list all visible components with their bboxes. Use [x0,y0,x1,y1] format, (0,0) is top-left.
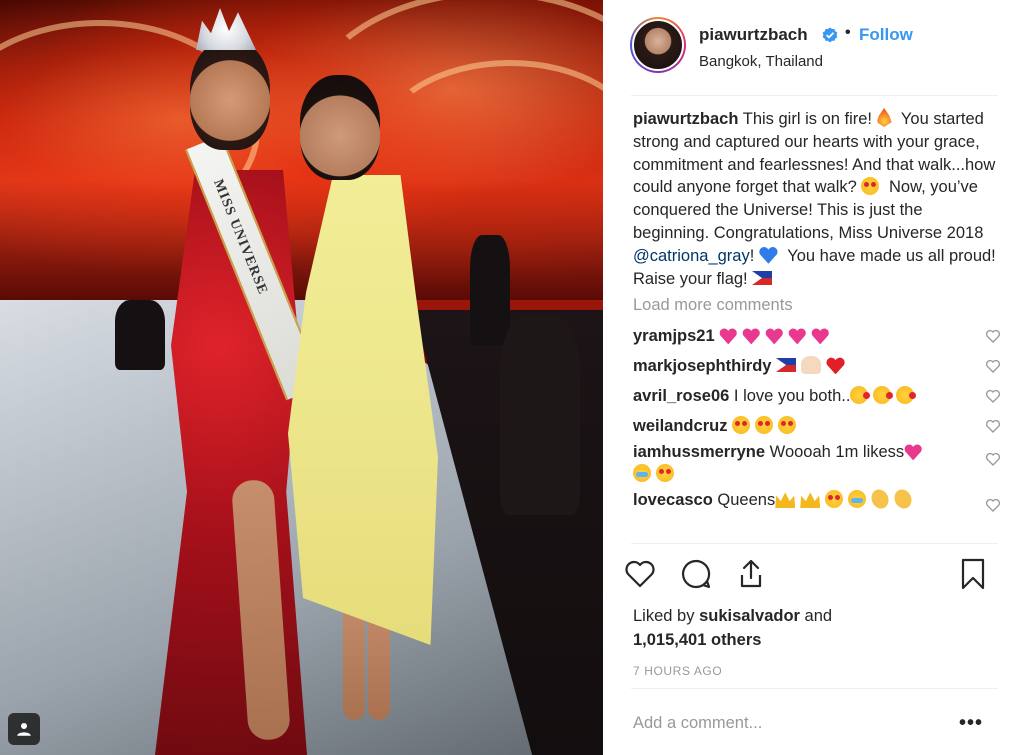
heart-eyes-emoji-icon [656,464,674,483]
heart-eyes-emoji-icon [755,416,774,435]
comments-list[interactable]: piawurtzbach This girl is on fire! You s… [633,108,1001,540]
kiss-emoji-icon [896,386,917,405]
caption-text: ! [749,246,755,265]
post-location[interactable]: Bangkok, Thailand [699,53,823,70]
post-timestamp[interactable]: 7 HOURS AGO [633,664,722,678]
comment-row: weilandcruz [633,415,1001,437]
post-header: piawurtzbach • Follow Bangkok, Thailand [603,0,1024,96]
pink-hearts-emoji-icon [719,328,737,344]
raised-hands-emoji-icon [801,356,822,375]
actions-divider [631,543,998,544]
pink-hearts-emoji-icon [788,328,806,344]
comment-text: Woooah 1m likess [769,443,905,462]
pink-hearts-emoji-icon [904,444,922,460]
profile-avatar[interactable] [630,17,686,73]
comment-username[interactable]: markjosephthirdy [633,357,771,375]
background-person [115,300,165,370]
header-username[interactable]: piawurtzbach [699,25,808,45]
comment-username[interactable]: weilandcruz [633,417,727,435]
like-comment-heart-icon[interactable] [985,358,1001,374]
comment-row: iamhussmerryne Woooah 1m likess [633,441,1001,485]
comment-username[interactable]: lovecasco [633,491,713,509]
pink-hearts-emoji-icon [765,328,783,344]
like-heart-icon[interactable] [623,557,657,591]
fire-emoji-icon [876,108,892,127]
like-comment-heart-icon[interactable] [985,328,1001,344]
caption-text: This girl is on fire! [742,110,873,128]
comment-username[interactable]: iamhussmerryne [633,443,765,461]
comment-row: yramjps21 [633,325,1001,347]
like-comment-heart-icon[interactable] [985,418,1001,434]
comment-row: avril_rose06 I love you both.. [633,385,1001,407]
like-comment-heart-icon[interactable] [985,388,1001,404]
verified-badge-icon [822,27,838,43]
philippines-flag-emoji-icon [776,358,797,373]
liked-by-username[interactable]: sukisalvador [699,607,800,625]
follow-button[interactable]: Follow [859,25,913,45]
more-options-button[interactable]: ••• [959,712,983,735]
background-person [500,315,580,515]
heart-eyes-emoji-icon [732,416,751,435]
crying-emoji-icon [848,490,867,509]
heart-eyes-emoji-icon [861,177,880,196]
likes-count[interactable]: 1,015,401 others [633,631,761,649]
pink-hearts-emoji-icon [742,328,760,344]
clapping-emoji-icon [891,487,915,511]
comment-username[interactable]: yramjps21 [633,327,715,345]
clapping-emoji-icon [868,487,892,511]
user-tag-button[interactable] [8,713,40,745]
heart-eyes-emoji-icon [778,416,797,435]
red-heart-emoji-icon [826,357,845,374]
like-comment-heart-icon[interactable] [985,451,1001,467]
background-person [470,235,510,345]
kiss-emoji-icon [873,386,894,405]
share-icon[interactable] [734,557,768,591]
post-photo[interactable]: MISS UNIVERSE [0,0,603,755]
like-comment-heart-icon[interactable] [985,497,1001,513]
blue-heart-emoji-icon [759,247,778,264]
comment-row: lovecasco Queens [633,487,1001,513]
comment-row: markjosephthirdy [633,355,1001,377]
pink-hearts-emoji-icon [811,328,829,344]
philippines-flag-emoji-icon [752,270,773,285]
comment-bubble-icon[interactable] [679,557,713,591]
likes-summary: Liked by sukisalvador and 1,015,401 othe… [633,604,832,652]
add-comment-input[interactable] [633,708,933,738]
post-sidebar: piawurtzbach • Follow Bangkok, Thailand … [603,0,1024,755]
caption-username[interactable]: piawurtzbach [633,110,738,128]
crying-emoji-icon [633,464,651,483]
comment-text: Queens [717,491,776,510]
person-head [300,75,380,180]
comment-text: I love you both.. [733,387,851,406]
comment-username[interactable]: avril_rose06 [633,387,729,405]
header-divider [631,95,998,96]
kiss-emoji-icon [850,386,871,405]
person-head [190,40,270,150]
heart-eyes-emoji-icon [825,490,844,509]
likes-mid: and [804,607,833,625]
likes-prefix: Liked by [633,607,695,625]
separator-dot: • [845,24,851,41]
avatar-image [632,19,684,71]
load-more-comments-button[interactable]: Load more comments [633,296,1001,315]
person-icon [17,723,31,736]
save-bookmark-icon[interactable] [956,557,990,591]
caption-mention-link[interactable]: @catriona_gray [633,247,750,265]
crown-emoji-icon [775,492,796,509]
post-caption: piawurtzbach This girl is on fire! You s… [633,108,1001,290]
input-divider [631,688,998,689]
crown-emoji-icon [800,492,821,509]
